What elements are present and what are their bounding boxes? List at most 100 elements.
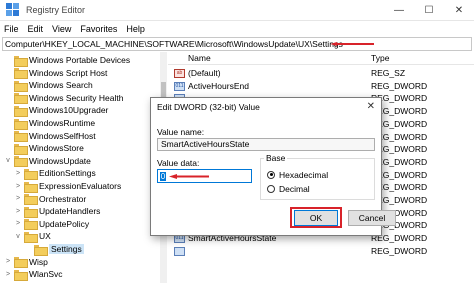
dialog-close-icon[interactable]: ✕ — [367, 101, 375, 112]
expander-chevron-icon[interactable]: > — [4, 258, 12, 265]
registry-tree: Windows Portable Devices Windows Script H… — [0, 52, 167, 283]
tree-item[interactable]: > ExpressionEvaluators — [14, 180, 121, 193]
tree-item[interactable]: Windows Script Host — [4, 67, 108, 80]
tree-item-label: Windows10Upgrader — [29, 105, 109, 116]
tree-item[interactable]: WindowsSelfHost — [4, 130, 96, 143]
cancel-button[interactable]: Cancel — [348, 210, 396, 226]
value-name-label: Value name: — [157, 127, 205, 137]
value-name: (Default) — [188, 68, 221, 78]
folder-icon — [24, 181, 38, 193]
menu-view[interactable]: View — [52, 24, 71, 34]
tree-item-label: EditionSettings — [39, 168, 96, 179]
tree-item[interactable]: Windows10Upgrader — [4, 104, 109, 117]
value-data-label: Value data: — [157, 158, 200, 168]
hexadecimal-option[interactable]: Hexadecimal — [267, 169, 328, 180]
tree-item[interactable]: v WindowsUpdate — [4, 155, 91, 168]
expander-chevron-icon[interactable]: > — [4, 271, 12, 278]
folder-icon — [14, 93, 28, 105]
expander-chevron-icon[interactable]: > — [14, 170, 22, 177]
menu-help[interactable]: Help — [126, 24, 145, 34]
ok-button[interactable]: OK — [294, 210, 338, 226]
folder-icon — [24, 194, 38, 206]
folder-icon — [14, 105, 28, 117]
tree-item[interactable]: > EditionSettings — [14, 167, 96, 180]
tree-item-label: UX — [39, 231, 51, 242]
tree-item[interactable]: > Wisp — [4, 256, 48, 269]
minimize-button[interactable]: — — [384, 0, 414, 21]
folder-icon — [14, 80, 28, 92]
tree-item[interactable]: > UpdateHandlers — [14, 205, 101, 218]
menu-file[interactable]: File — [4, 24, 19, 34]
tree-item[interactable]: > Orchestrator — [14, 193, 87, 206]
folder-icon — [24, 168, 38, 180]
folder-icon — [34, 244, 48, 256]
folder-icon — [24, 219, 38, 231]
value-name-field: SmartActiveHoursState — [157, 138, 375, 151]
value-data-annotation-arrow — [169, 174, 209, 179]
decimal-option[interactable]: Decimal — [267, 183, 310, 194]
folder-icon — [14, 55, 28, 67]
decimal-radio[interactable] — [267, 184, 275, 193]
tree-item[interactable]: Windows Portable Devices — [4, 54, 131, 67]
hexadecimal-label: Hexadecimal — [279, 169, 329, 180]
folder-icon — [14, 131, 28, 143]
tree-item[interactable]: WindowsStore — [4, 142, 84, 155]
address-annotation-arrow — [330, 42, 374, 46]
expander-chevron-icon[interactable]: > — [14, 208, 22, 215]
column-type-header[interactable]: Type — [371, 53, 389, 63]
hexadecimal-radio[interactable] — [267, 170, 275, 179]
tree-item-label: WindowsSelfHost — [29, 130, 96, 141]
title-bar: Registry Editor — ☐ ✕ — [0, 0, 474, 21]
expander-chevron-icon[interactable]: > — [14, 220, 22, 227]
expander-chevron-icon[interactable]: v — [4, 157, 12, 164]
value-data-text: 0 — [160, 172, 166, 181]
folder-icon — [14, 257, 28, 269]
value-type: REG_DWORD — [371, 80, 428, 91]
column-name-header[interactable]: Name — [188, 53, 211, 63]
tree-item-label: Windows Script Host — [29, 67, 108, 78]
menu-bar: File Edit View Favorites Help — [0, 21, 474, 36]
tree-item[interactable]: > WlanSvc — [4, 268, 63, 281]
tree-item[interactable]: Settings — [24, 243, 84, 256]
folder-icon — [24, 231, 38, 243]
value-row[interactable]: 011 ActiveHoursEnd REG_DWORD — [168, 80, 474, 92]
tree-item-label: WindowsStore — [29, 143, 84, 154]
registry-editor-icon — [6, 3, 20, 17]
tree-item-label: UpdateHandlers — [39, 206, 101, 217]
tree-item[interactable]: WindowsRuntime — [4, 117, 96, 130]
edit-dword-dialog: Edit DWORD (32-bit) Value ✕ Value name: … — [150, 97, 396, 236]
tree-item-label: WlanSvc — [29, 269, 63, 280]
folder-icon — [14, 68, 28, 80]
values-header: Name Type — [168, 52, 474, 65]
address-bar[interactable]: Computer\HKEY_LOCAL_MACHINE\SOFTWARE\Mic… — [2, 37, 472, 51]
menu-edit[interactable]: Edit — [28, 24, 44, 34]
tree-item-label: WindowsUpdate — [29, 155, 91, 166]
value-row[interactable]: REG_DWORD — [168, 245, 474, 257]
expander-chevron-icon[interactable]: > — [14, 195, 22, 202]
tree-item[interactable]: Windows Security Health — [4, 92, 124, 105]
tree-item-label: Settings — [49, 244, 84, 254]
tree-item[interactable]: v UX — [14, 230, 51, 243]
tree-item-label: Wisp — [29, 256, 48, 267]
folder-icon — [14, 269, 28, 281]
tree-item-label: Windows Search — [29, 80, 93, 91]
menu-favorites[interactable]: Favorites — [80, 24, 117, 34]
close-button[interactable]: ✕ — [444, 0, 474, 21]
tree-item-label: Orchestrator — [39, 193, 87, 204]
tree-item[interactable]: > UpdatePolicy — [14, 218, 89, 231]
value-type: REG_SZ — [371, 68, 406, 78]
maximize-button[interactable]: ☐ — [414, 0, 444, 21]
tree-item[interactable]: Windows Search — [4, 79, 93, 92]
tree-item-label: Windows Portable Devices — [29, 55, 131, 65]
expander-chevron-icon[interactable]: > — [14, 183, 22, 190]
folder-icon — [14, 118, 28, 130]
expander-chevron-icon[interactable]: v — [14, 233, 22, 240]
tree-item-label: Windows Security Health — [29, 92, 124, 103]
tree-item-label: WindowsRuntime — [29, 118, 96, 128]
dword-value-icon: 011 — [174, 81, 185, 91]
dialog-title: Edit DWORD (32-bit) Value — [157, 102, 260, 112]
folder-icon — [24, 206, 38, 218]
window-title: Registry Editor — [26, 5, 86, 15]
value-type: REG_DWORD — [371, 245, 428, 256]
value-row[interactable]: ab (Default) REG_SZ — [168, 67, 474, 79]
